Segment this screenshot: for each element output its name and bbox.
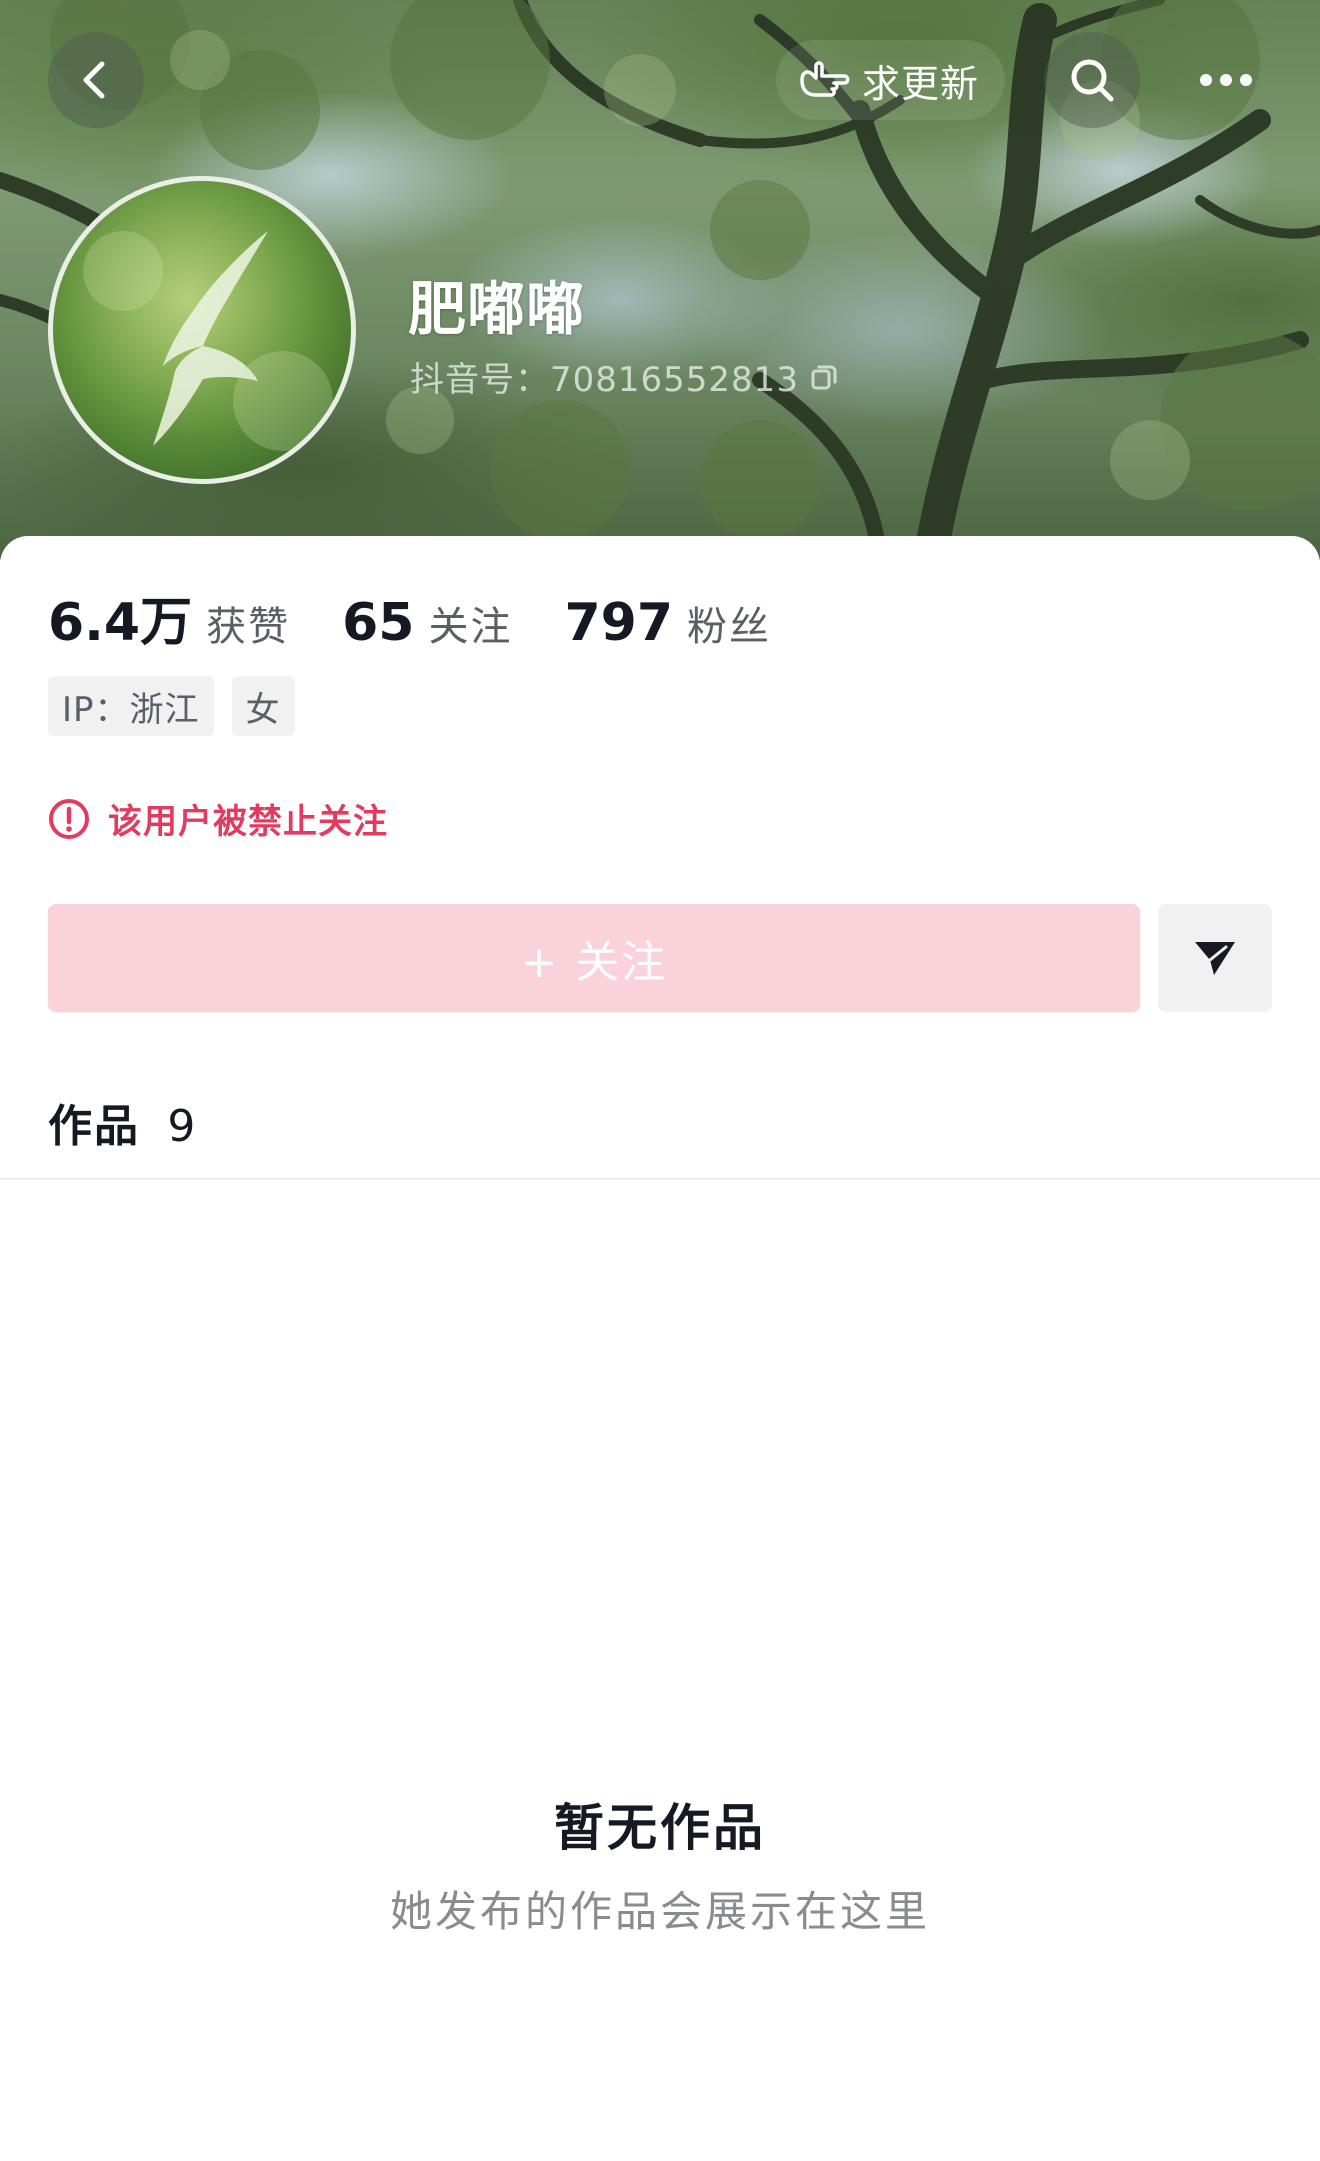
gender-tag: 女 <box>231 676 295 736</box>
stat-followers-label: 粉丝 <box>687 604 772 650</box>
stat-likes-label: 获赞 <box>206 604 291 650</box>
search-icon <box>1071 59 1114 102</box>
tab-works[interactable]: 作品 9 <box>48 1090 197 1154</box>
profile-tags: IP：浙江 女 <box>48 676 313 736</box>
ip-location-tag: IP：浙江 <box>48 676 214 736</box>
tab-divider <box>0 1178 1320 1180</box>
hand-pointing-icon <box>794 50 854 110</box>
tab-works-label: 作品 <box>48 1101 140 1152</box>
follow-button[interactable]: + 关注 <box>48 904 1140 1012</box>
chevron-left-icon <box>83 61 105 99</box>
avatar[interactable] <box>48 176 356 484</box>
follow-banned-text: 该用户被禁止关注 <box>108 802 388 842</box>
account-id-row[interactable]: 抖音号：70816552813 <box>410 352 839 401</box>
stat-following[interactable]: 65 关注 <box>342 593 512 653</box>
alert-circle-icon <box>48 798 90 840</box>
more-dots-icon <box>1200 74 1252 86</box>
profile-name: 肥嘟嘟 <box>408 275 586 343</box>
send-icon <box>1195 942 1235 975</box>
stat-followers[interactable]: 797 粉丝 <box>565 593 772 653</box>
more-button[interactable] <box>1178 40 1274 120</box>
stat-likes-value: 6.4万 <box>48 593 193 653</box>
stat-followers-value: 797 <box>564 593 674 653</box>
seagull-avatar-art <box>83 231 333 451</box>
empty-state-subtitle: 她发布的作品会展示在这里 <box>389 1887 930 1936</box>
search-button[interactable] <box>1044 32 1140 128</box>
profile-stats: 6.4万 获赞 65 关注 797 粉丝 <box>48 580 823 655</box>
stat-likes[interactable]: 6.4万 获赞 <box>48 580 290 655</box>
stat-following-value: 65 <box>342 593 415 653</box>
share-button[interactable] <box>1158 904 1272 1012</box>
empty-state-title: 暂无作品 <box>554 1799 766 1857</box>
profile-screen: 求更新 肥嘟嘟 抖音号：70816552813 6.4万 获赞 65 关注 79… <box>0 0 1320 2161</box>
request-update-button[interactable]: 求更新 <box>776 40 1006 120</box>
follow-button-label: + 关注 <box>520 937 668 988</box>
account-id-text: 抖音号：70816552813 <box>410 360 799 400</box>
tab-works-count: 9 <box>167 1101 198 1152</box>
follow-banned-notice: 该用户被禁止关注 <box>48 794 388 843</box>
request-update-label: 求更新 <box>862 61 980 106</box>
back-button[interactable] <box>48 32 144 128</box>
copy-icon[interactable] <box>809 362 839 392</box>
stat-following-label: 关注 <box>428 604 513 650</box>
